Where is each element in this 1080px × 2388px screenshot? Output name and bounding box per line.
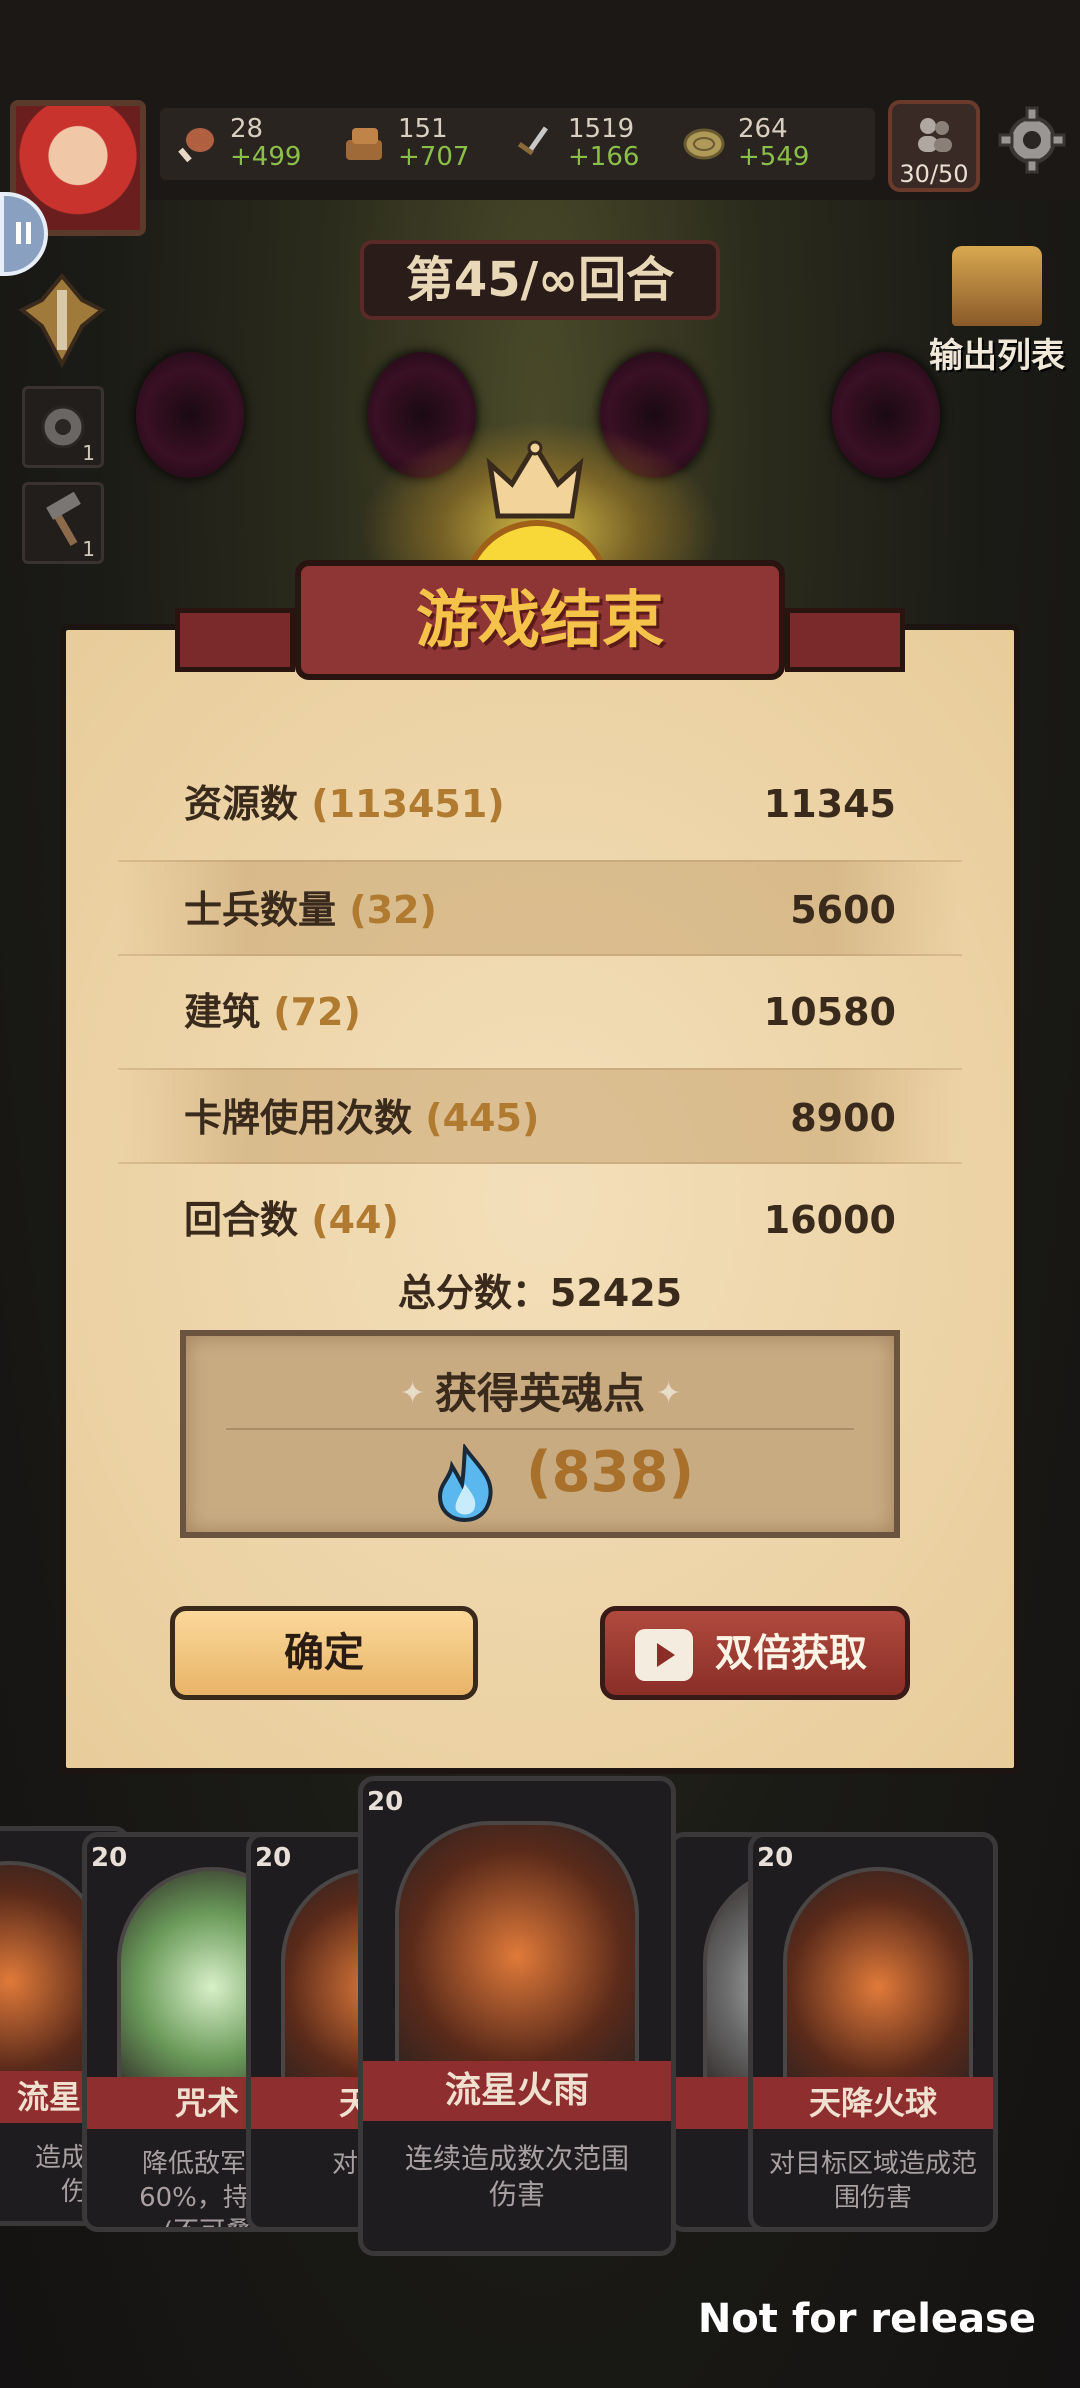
row-count: (32) (349, 888, 437, 932)
row-score: 5600 (790, 888, 896, 932)
slot-count: 1 (82, 441, 95, 465)
row-count: (72) (273, 990, 361, 1034)
hero-sword-emblem-icon[interactable] (12, 270, 112, 370)
population-icon (918, 118, 952, 152)
row-score: 11345 (763, 782, 896, 826)
side-slot-hammer[interactable]: 1 (22, 482, 104, 564)
row-label: 建筑 (184, 990, 261, 1034)
video-ad-icon (635, 1629, 693, 1681)
meat-delta: +499 (230, 142, 302, 172)
enemy-portal (136, 352, 244, 478)
dialog-title-ribbon: 游戏结束 (175, 560, 905, 680)
row-label: 卡牌使用次数 (184, 1096, 413, 1140)
card-desc: 对目标区域造成范 围伤害 (768, 2149, 977, 2213)
card-desc: 连续造成数次范围 伤害 (404, 2142, 629, 2211)
crown-icon (486, 440, 584, 519)
score-row-rounds: 回合数 (44) 16000 (118, 1172, 962, 1268)
coin-icon (683, 128, 725, 160)
card-level: 20 (367, 1787, 404, 1817)
output-list-icon (952, 246, 1042, 326)
double-reward-label: 双倍获取 (715, 1631, 868, 1675)
card-level: 20 (757, 1843, 794, 1873)
watermark: Not for release (697, 2296, 1036, 2342)
sparkle-icon: ✦ (656, 1376, 682, 1411)
blue-flame-icon (437, 1444, 493, 1522)
coin-delta: +549 (738, 142, 810, 172)
total-score: 总分数：52425 (397, 1271, 683, 1315)
row-score: 16000 (763, 1198, 896, 1242)
row-count: (113451) (311, 782, 505, 826)
pause-button[interactable] (0, 192, 48, 276)
row-score: 8900 (790, 1096, 896, 1140)
row-count: (44) (311, 1198, 399, 1242)
game-screen: { "resources": [ {"icon": "meat-icon", "… (0, 0, 1080, 2388)
score-row-soldiers: 士兵数量 (32) 5600 (118, 860, 962, 956)
output-list-button[interactable]: 输出列表 (922, 246, 1072, 377)
row-label: 回合数 (184, 1198, 299, 1242)
soul-points-amount: (838) (526, 1440, 695, 1505)
card-art (395, 1821, 639, 2091)
meat-icon (178, 128, 214, 163)
score-row-buildings: 建筑 (72) 10580 (118, 964, 962, 1060)
row-label: 士兵数量 (184, 888, 337, 932)
round-counter: 第45/∞回合 (360, 240, 720, 320)
wood-delta: +707 (398, 142, 470, 172)
output-list-label: 输出列表 (929, 336, 1065, 376)
wood-icon (346, 128, 382, 160)
settings-gear-icon[interactable] (996, 104, 1068, 176)
card-level: 20 (91, 1843, 128, 1873)
row-count: (445) (425, 1096, 540, 1140)
wood-amount: 151 (398, 114, 448, 144)
card-name: 流星火雨 (363, 2061, 671, 2121)
double-reward-button[interactable]: 双倍获取 (600, 1606, 910, 1700)
side-slot-gear-skill[interactable]: 1 (22, 386, 104, 468)
coin-amount: 264 (738, 114, 788, 144)
slot-count: 1 (82, 537, 95, 561)
ribbon-tail-right (785, 608, 905, 672)
pause-icon (16, 222, 31, 244)
sword-amount: 1519 (568, 114, 635, 144)
confirm-button[interactable]: 确定 (170, 1606, 478, 1700)
ribbon-tail-left (175, 608, 295, 672)
resource-panel: 28 +499 151 +707 1519 +166 264 +549 (160, 108, 875, 180)
population-button[interactable]: 30/50 (888, 100, 980, 192)
row-score: 10580 (763, 990, 896, 1034)
meat-amount: 28 (230, 114, 264, 144)
card-level: 20 (255, 1843, 292, 1873)
enemy-portal (832, 352, 940, 478)
soul-points-heading: 获得英魂点 (434, 1369, 645, 1418)
skill-card-selected[interactable]: 20 流星火雨 连续造成数次范围 伤害 (358, 1776, 676, 2256)
sword-delta: +166 (568, 142, 640, 172)
score-row-card-uses: 卡牌使用次数 (445) 8900 (118, 1068, 962, 1164)
sword-icon (517, 126, 548, 156)
dialog-title: 游戏结束 (295, 560, 785, 680)
skill-card[interactable]: 20 天降火球 对目标区域造成范 围伤害 (748, 1832, 998, 2232)
row-label: 资源数 (184, 782, 299, 826)
soul-points-box: ✦ 获得英魂点 ✦ (838) (180, 1330, 900, 1538)
score-row-resources: 资源数 (113451) 11345 (118, 756, 962, 852)
card-name: 天降火球 (753, 2077, 993, 2129)
population-count: 30/50 (899, 160, 969, 188)
divider (226, 1428, 854, 1430)
card-art (783, 1867, 973, 2107)
